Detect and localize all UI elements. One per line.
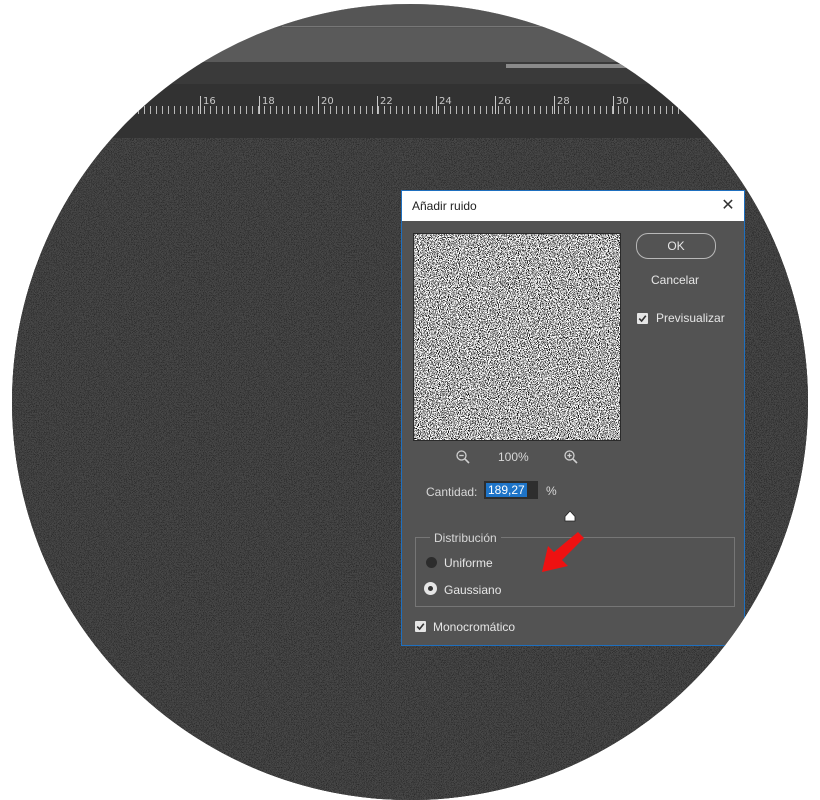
ruler-major-tick [377,96,378,114]
ruler-major-tick [495,96,496,114]
radio-gaussian[interactable] [424,582,437,595]
ruler-label: 22 [380,96,393,107]
ruler-major-tick [200,96,201,114]
amount-unit: % [546,484,557,498]
ruler-label: 18 [262,96,275,107]
ruler-major-tick [259,96,260,114]
preview-noise-texture [414,234,620,440]
ruler-label: 16 [203,96,216,107]
check-icon [416,623,425,631]
amount-value: 189,27 [486,483,527,497]
monochromatic-checkbox[interactable] [415,621,426,632]
monochromatic-label[interactable]: Monocromático [433,620,515,634]
amount-label: Cantidad: [426,485,478,499]
distribution-legend: Distribución [430,531,501,545]
radio-uniform[interactable] [426,557,437,568]
panel-bar [506,64,806,68]
preview-label[interactable]: Previsualizar [656,311,725,325]
radio-selected-dot [428,586,433,591]
close-icon[interactable]: ✕ [718,196,738,216]
gaussian-label[interactable]: Gaussiano [444,583,501,597]
cancel-button[interactable]: Cancelar [636,273,714,293]
ruler-ticks [12,106,808,114]
magnified-view: 16 18 20 22 24 26 28 30 Añadir ruido ✕ 1… [12,4,808,800]
red-arrow-icon [542,532,584,572]
ruler-label: 26 [498,96,511,107]
amount-input[interactable]: 189,27 [484,481,538,499]
dialog-title: Añadir ruido [412,199,477,213]
slider-thumb-icon [564,510,576,522]
horizontal-ruler: 16 18 20 22 24 26 28 30 [12,84,808,138]
uniform-label[interactable]: Uniforme [444,556,493,570]
ruler-label: 20 [321,96,334,107]
zoom-in-icon[interactable] [563,449,579,465]
ok-button[interactable]: OK [636,233,716,259]
ruler-major-tick [436,96,437,114]
ruler-label: 24 [439,96,452,107]
zoom-level: 100% [498,450,529,464]
zoom-out-icon[interactable] [455,449,471,465]
ruler-major-tick [554,96,555,114]
amount-slider-thumb[interactable] [564,509,576,522]
app-header [12,4,808,28]
ruler-label: 28 [557,96,570,107]
noise-preview[interactable] [413,233,621,441]
ruler-label: 30 [616,96,629,107]
add-noise-dialog: Añadir ruido ✕ 100% OK Cancelar Previsua… [401,190,745,646]
preview-checkbox[interactable] [637,313,648,324]
check-icon [638,315,647,323]
dialog-title-bar: Añadir ruido ✕ [402,191,744,221]
ruler-major-tick [613,96,614,114]
divider [282,26,808,27]
options-bar [12,28,808,64]
ruler-major-tick [318,96,319,114]
